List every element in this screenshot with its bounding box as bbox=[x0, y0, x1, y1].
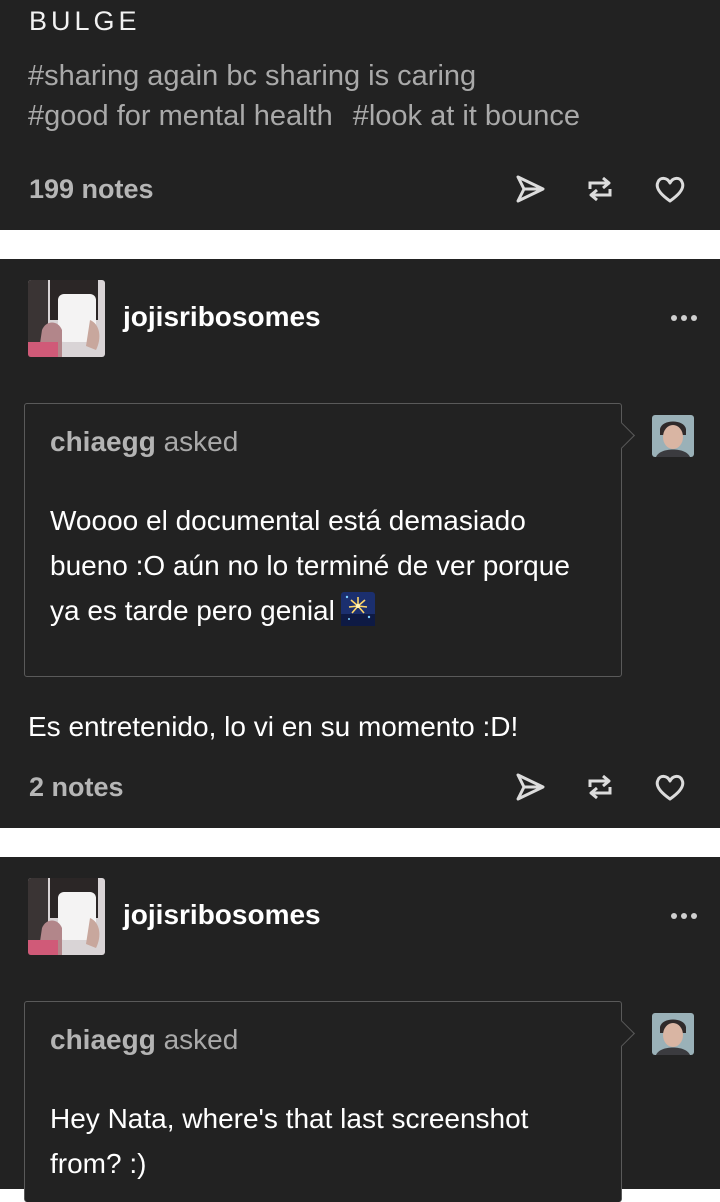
share-button[interactable] bbox=[510, 767, 550, 807]
asker-avatar-image bbox=[652, 1013, 694, 1055]
more-options-button[interactable] bbox=[664, 904, 704, 928]
avatar[interactable] bbox=[28, 280, 105, 357]
post-card-3: jojisribosomes chiaegg asked Hey Nata, w… bbox=[0, 857, 720, 1202]
asked-label: asked bbox=[155, 1024, 239, 1055]
avatar-image bbox=[28, 280, 105, 357]
ask-box: chiaegg asked Woooo el documental está d… bbox=[24, 403, 635, 677]
asker-line: chiaegg asked bbox=[50, 1024, 238, 1056]
username[interactable]: jojisribosomes bbox=[123, 301, 321, 333]
heart-icon bbox=[655, 774, 685, 801]
notes-count[interactable]: 199 notes bbox=[29, 174, 154, 205]
asker-name[interactable]: chiaegg bbox=[50, 1024, 156, 1055]
post-card-2: jojisribosomes chiaegg asked Woooo el do… bbox=[0, 259, 720, 828]
heart-icon bbox=[655, 176, 685, 203]
asker-line: chiaegg asked bbox=[50, 426, 238, 458]
ask-box: chiaegg asked Hey Nata, where's that las… bbox=[24, 1001, 635, 1202]
ask-pointer bbox=[608, 1020, 635, 1047]
tag[interactable]: #good for mental health bbox=[28, 100, 333, 132]
tag[interactable]: #look at it bounce bbox=[353, 100, 580, 132]
question-text: Hey Nata, where's that last screenshot f… bbox=[50, 1103, 529, 1179]
share-icon bbox=[516, 773, 545, 801]
reblog-button[interactable] bbox=[580, 767, 620, 807]
post-card-1: BULGE #sharing again bc sharing is carin… bbox=[0, 0, 720, 230]
avatar-image bbox=[28, 878, 105, 955]
asker-avatar[interactable] bbox=[652, 1013, 694, 1055]
tags-line-2: #good for mental health #look at it bounc… bbox=[28, 100, 580, 133]
fireworks-icon bbox=[340, 592, 375, 626]
asker-name[interactable]: chiaegg bbox=[50, 426, 156, 457]
share-button[interactable] bbox=[510, 169, 550, 209]
like-button[interactable] bbox=[650, 169, 690, 209]
asked-label: asked bbox=[155, 426, 239, 457]
asker-avatar-image bbox=[652, 415, 694, 457]
question-text: Woooo el documental está demasiado bueno… bbox=[50, 505, 570, 626]
notes-count[interactable]: 2 notes bbox=[29, 772, 124, 803]
answer-text: Es entretenido, lo vi en su momento :D! bbox=[28, 711, 519, 742]
like-button[interactable] bbox=[650, 767, 690, 807]
reblog-button[interactable] bbox=[580, 169, 620, 209]
post-text: BULGE bbox=[29, 6, 141, 36]
reblog-icon bbox=[588, 176, 612, 202]
tag[interactable]: #sharing again bc sharing is caring bbox=[28, 60, 476, 92]
tags-line-1: #sharing again bc sharing is caring bbox=[28, 60, 476, 93]
reblog-icon bbox=[588, 774, 612, 800]
more-options-button[interactable] bbox=[664, 306, 704, 330]
ask-pointer bbox=[608, 422, 635, 449]
avatar[interactable] bbox=[28, 878, 105, 955]
share-icon bbox=[516, 175, 545, 203]
username[interactable]: jojisribosomes bbox=[123, 899, 321, 931]
asker-avatar[interactable] bbox=[652, 415, 694, 457]
